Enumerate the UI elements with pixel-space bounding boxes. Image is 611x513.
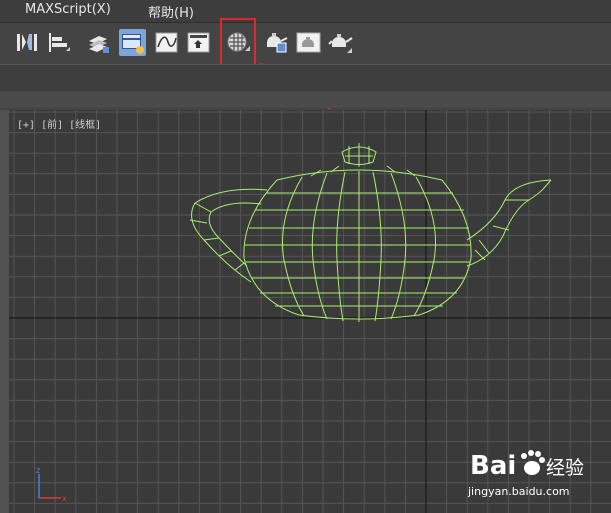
highlight-box: [220, 18, 256, 66]
curve-editor-button[interactable]: [153, 29, 180, 56]
menu-bar: MAXScript(X) 帮助(H): [0, 0, 611, 22]
axis-x-label: x: [62, 494, 67, 503]
partial-tool-button[interactable]: [0, 29, 4, 56]
scene-explorer-button[interactable]: [119, 29, 146, 56]
watermark-brand: Bai: [470, 451, 516, 481]
baidu-jingyan-watermark: Bai 经验 jingyan.baidu.com: [466, 443, 606, 507]
schematic-view-button[interactable]: [185, 29, 212, 56]
menu-maxscript[interactable]: MAXScript(X): [25, 2, 111, 17]
menu-help[interactable]: 帮助(H): [148, 2, 194, 21]
render-production-button[interactable]: [327, 29, 354, 56]
viewport-top-strip: [0, 91, 611, 108]
axis-z-label: z: [36, 466, 40, 475]
watermark-url: jingyan.baidu.com: [467, 485, 570, 498]
render-setup-button[interactable]: [263, 29, 290, 56]
viewport-label[interactable]: [+] [前] [线框]: [17, 116, 101, 131]
layer-explorer-button[interactable]: [85, 29, 112, 56]
main-toolbar: [0, 22, 611, 65]
watermark-brand-suffix: 经验: [546, 457, 584, 479]
paw-icon: [521, 450, 545, 475]
rendered-frame-window-button[interactable]: [295, 29, 322, 56]
axis-gizmo: z x: [36, 466, 67, 503]
ribbon-bar: [0, 64, 611, 92]
align-button[interactable]: [45, 29, 72, 56]
mirror-button[interactable]: [13, 29, 40, 56]
